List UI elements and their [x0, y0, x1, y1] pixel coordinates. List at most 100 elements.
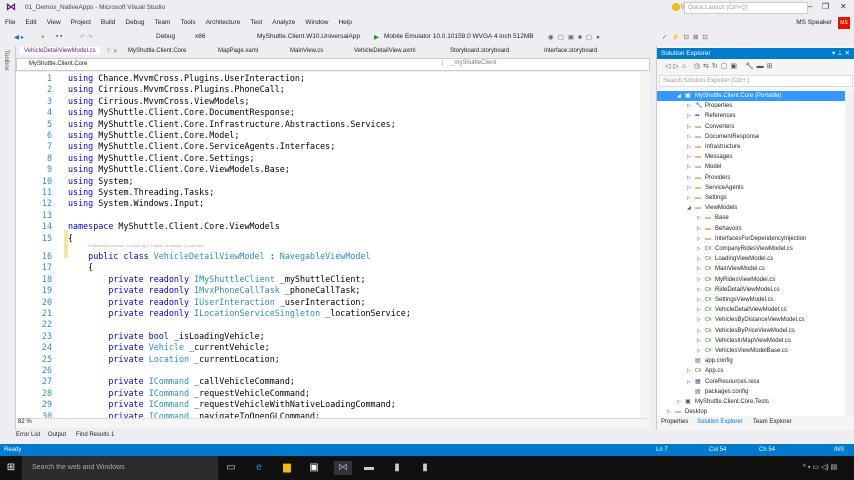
tree-item-config[interactable]: ▤ packages.config: [657, 387, 845, 397]
menu-help[interactable]: Help: [333, 16, 356, 26]
feedback-smiley-icon[interactable]: [672, 3, 680, 11]
solution-explorer-toolbar[interactable]: ◁▷⌂ ◷⇆↻▢▣ 🔧▬⊞: [657, 60, 854, 74]
store-icon[interactable]: ▣: [307, 461, 321, 475]
collapsed-arrow-icon[interactable]: ▷: [687, 111, 695, 121]
run-target-button[interactable]: Mobile Emulator 10.0.10159.0 WVGA 4 inch…: [384, 33, 534, 40]
code-editor[interactable]: 1 using Chance.MvvmCross.Plugins.UserInte…: [16, 72, 650, 418]
collapsed-arrow-icon[interactable]: ▷: [687, 377, 695, 387]
menu-test[interactable]: Test: [245, 16, 267, 26]
task-view-icon[interactable]: ▭: [224, 461, 238, 475]
tree-item-cs[interactable]: ▷ C# VehiclesByPriceViewModel.cs: [657, 326, 845, 336]
minimize-button[interactable]: –: [808, 2, 812, 11]
collapsed-arrow-icon[interactable]: ▷: [687, 366, 695, 376]
zoom-level[interactable]: 82 %: [18, 419, 32, 425]
collapsed-arrow-icon[interactable]: ▷: [697, 285, 705, 295]
tree-item-props[interactable]: ▷ 🔧 Properties: [657, 101, 845, 111]
bottom-tab[interactable]: Output: [48, 432, 66, 438]
tree-item-folder[interactable]: ▷ ▬ Converters: [657, 122, 845, 132]
tree-item-project[interactable]: ◢ ▣ MyShuttle.Client.Core (Portable): [657, 91, 845, 102]
tree-item-folder[interactable]: ◢ ▬ ViewModels: [657, 203, 845, 213]
collapsed-arrow-icon[interactable]: ▷: [687, 132, 695, 142]
config-dropdown[interactable]: Debug: [156, 33, 175, 40]
tree-item-folder[interactable]: ▷ ▬ Desktop: [657, 407, 845, 416]
se-tab[interactable]: Team Explorer: [753, 419, 792, 425]
tree-item-cs[interactable]: ▷ C# VehicleDetailViewModel.cs: [657, 305, 845, 315]
tree-item-cs[interactable]: ▷ C# LoadingViewModel.cs: [657, 254, 845, 264]
menu-debug[interactable]: Debug: [120, 16, 149, 26]
horizontal-scrollbar[interactable]: [16, 418, 650, 428]
run-icon[interactable]: ▶: [374, 33, 379, 41]
pane-controls-icon[interactable]: ▾ ⊥ ✕: [832, 49, 850, 57]
tab-document[interactable]: VehicleDetailView.axml: [354, 48, 416, 54]
tree-item-cs[interactable]: ▷ C# VehiclesByDistanceViewModel.cs: [657, 315, 845, 325]
tree-item-cs[interactable]: ▷ C# CompanyRidesViewModel.cs: [657, 244, 845, 254]
menu-view[interactable]: View: [42, 16, 66, 26]
tab-document[interactable]: Interface.storyboard: [544, 48, 597, 54]
phone-emulator-icon[interactable]: ▮: [390, 461, 404, 475]
collapsed-arrow-icon[interactable]: ▷: [697, 224, 705, 234]
collapsed-arrow-icon[interactable]: ▷: [687, 152, 695, 162]
system-tray-icons[interactable]: ^ ▪ ▭ ◁) ▤: [790, 461, 850, 475]
collapsed-arrow-icon[interactable]: ▷: [697, 326, 705, 336]
collapsed-arrow-icon[interactable]: ▷: [667, 407, 675, 416]
tree-item-resx[interactable]: ▷ ▦ CoreResources.resx: [657, 377, 845, 387]
tree-item-folder[interactable]: ▷ ▬ Behavoirs: [657, 224, 845, 234]
new-project-icon[interactable]: ✦: [40, 33, 45, 41]
tree-item-folder[interactable]: ▷ ▬ Infrastructure: [657, 142, 845, 152]
solution-search-input[interactable]: Search Solution Explorer (Ctrl+;): [659, 75, 853, 87]
tree-item-folder[interactable]: ▷ ▬ DocumentResponse: [657, 132, 845, 142]
phone-emulator-2-icon[interactable]: ▮: [418, 461, 432, 475]
tree-item-cs[interactable]: ▷ C# SettingsViewModel.cs: [657, 295, 845, 305]
tab-close-icon[interactable]: ⊤ ✕: [106, 48, 118, 55]
tree-item-cs[interactable]: ▷ C# App.cs: [657, 366, 845, 376]
back-icon[interactable]: ◀ ▸: [14, 33, 24, 41]
tab-document[interactable]: Storyboard.storyboard: [450, 48, 509, 54]
se-tab[interactable]: Properties: [661, 419, 688, 425]
menu-architecture[interactable]: Architecture: [201, 16, 246, 26]
bottom-tab[interactable]: Error List: [16, 432, 40, 438]
avatar[interactable]: MS: [838, 17, 850, 29]
member-dropdown[interactable]: _myShuttleClient: [442, 60, 632, 66]
codelens[interactable]: 0 references | unknown, 214 days ago | 1…: [88, 244, 204, 248]
tree-item-folder[interactable]: ▷ ▬ Model: [657, 162, 845, 172]
menu-window[interactable]: Window: [300, 16, 333, 26]
toolbox-tab[interactable]: Toolbox: [3, 50, 9, 71]
tree-item-cs[interactable]: ▷ C# RideDetailViewModel.cs: [657, 285, 845, 295]
tree-item-config[interactable]: ▤ app.config: [657, 356, 845, 366]
se-tab[interactable]: Solution Explorer: [697, 419, 743, 425]
menu-edit[interactable]: Edit: [20, 16, 41, 26]
tab-document[interactable]: VehicleDetailViewModel.cs: [20, 47, 100, 55]
expanded-arrow-icon[interactable]: ◢: [677, 91, 685, 101]
app-window-icon[interactable]: ▬: [362, 461, 376, 475]
vertical-scrollbar[interactable]: [640, 72, 650, 418]
edge-icon[interactable]: e: [252, 461, 266, 475]
collapsed-arrow-icon[interactable]: ▷: [697, 244, 705, 254]
collapsed-arrow-icon[interactable]: ▷: [697, 295, 705, 305]
collapsed-arrow-icon[interactable]: ▷: [677, 397, 685, 407]
collapsed-arrow-icon[interactable]: ▷: [697, 275, 705, 285]
close-button[interactable]: ✕: [840, 2, 847, 11]
collapsed-arrow-icon[interactable]: ▷: [687, 183, 695, 193]
collapsed-arrow-icon[interactable]: ▷: [697, 305, 705, 315]
collapsed-arrow-icon[interactable]: ▷: [697, 346, 705, 356]
collapsed-arrow-icon[interactable]: ▷: [697, 254, 705, 264]
debug-tools-icons[interactable]: ◉▢▣■▢●: [548, 33, 604, 41]
tree-item-cs[interactable]: ▷ C# VehiclesInMapViewModel.cs: [657, 336, 845, 346]
menu-team[interactable]: Team: [150, 16, 176, 26]
windows-start-icon[interactable]: ⊞: [4, 461, 18, 475]
menu-analyze[interactable]: Analyze: [267, 16, 300, 26]
menu-tools[interactable]: Tools: [175, 16, 200, 26]
tab-document[interactable]: MyShuttle.Client.Core: [128, 48, 186, 54]
menu-build[interactable]: Build: [96, 16, 120, 26]
menu-file[interactable]: File: [0, 16, 20, 26]
project-dropdown[interactable]: MyShuttle.Client.Core: [29, 61, 87, 67]
taskbar-search[interactable]: Search the web and Windows: [22, 456, 218, 480]
restore-button[interactable]: ❐: [822, 2, 829, 11]
collapsed-arrow-icon[interactable]: ▷: [687, 101, 695, 111]
file-explorer-icon[interactable]: ▆: [280, 461, 294, 475]
collapsed-arrow-icon[interactable]: ▷: [697, 213, 705, 223]
tab-document[interactable]: MainView.cs: [290, 48, 323, 54]
collapsed-arrow-icon[interactable]: ▷: [697, 336, 705, 346]
platform-dropdown[interactable]: x86: [195, 33, 205, 40]
tree-item-folder[interactable]: ▷ ▬ Settings: [657, 193, 845, 203]
